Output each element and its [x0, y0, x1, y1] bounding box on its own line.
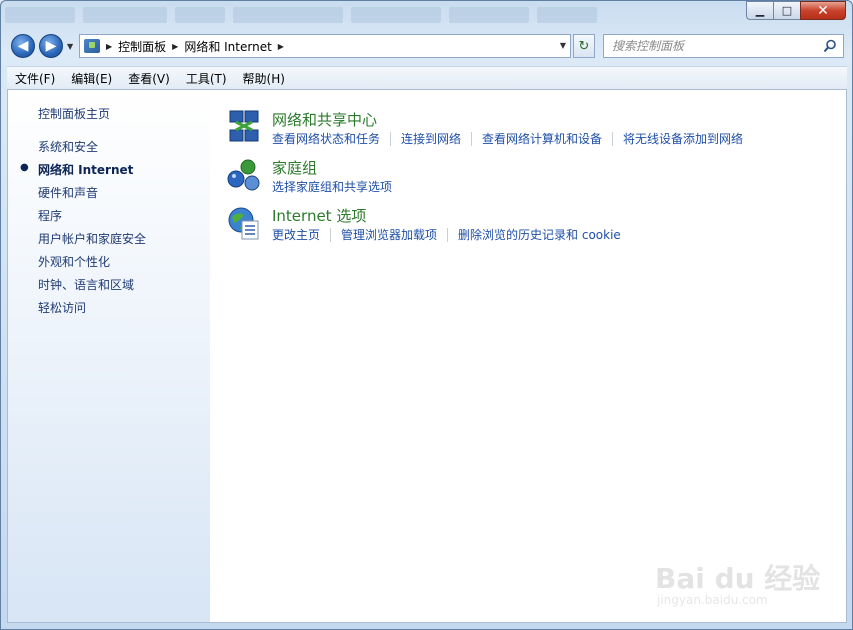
- sidebar-item-ease-of-access[interactable]: 轻松访问: [38, 299, 86, 316]
- maximize-button[interactable]: □: [773, 1, 800, 20]
- search-box[interactable]: [603, 34, 844, 58]
- category-title-internet-options[interactable]: Internet 选项: [272, 205, 366, 226]
- back-button[interactable]: ◀: [11, 34, 35, 58]
- homegroup-icon[interactable]: [226, 157, 262, 193]
- watermark-brand: Bai du 经验: [655, 562, 821, 595]
- recent-pages-dropdown[interactable]: ▼: [67, 42, 73, 51]
- breadcrumb-separator-icon[interactable]: ▶: [172, 42, 178, 51]
- sidebar-item-clock-language[interactable]: 时钟、语言和区域: [38, 276, 134, 293]
- menu-edit[interactable]: 编辑(E): [63, 70, 120, 87]
- link-view-network-computers[interactable]: 查看网络计算机和设备: [482, 130, 602, 147]
- close-button[interactable]: ✕: [800, 1, 846, 20]
- sidebar-item-programs[interactable]: 程序: [38, 207, 62, 224]
- sidebar-item-control-panel-home[interactable]: 控制面板主页: [38, 105, 110, 122]
- menu-tools[interactable]: 工具(T): [178, 70, 235, 87]
- baidu-watermark: Bai du 经验 jingyan.baidu.com: [655, 539, 835, 615]
- address-bar[interactable]: ▶ 控制面板 ▶ 网络和 Internet ▶ ▼: [79, 34, 571, 58]
- divider: [330, 227, 332, 242]
- internet-options-icon[interactable]: [226, 205, 262, 241]
- breadcrumb-network-internet[interactable]: 网络和 Internet: [184, 38, 271, 55]
- link-view-network-status[interactable]: 查看网络状态和任务: [272, 130, 380, 147]
- breadcrumb-control-panel[interactable]: 控制面板: [118, 38, 166, 55]
- search-icon[interactable]: [823, 39, 837, 53]
- divider: [612, 131, 614, 146]
- divider: [390, 131, 392, 146]
- link-delete-history[interactable]: 删除浏览的历史记录和 cookie: [458, 226, 621, 243]
- sidebar: 控制面板主页 系统和安全 ● 网络和 Internet 硬件和声音 程序 用户帐…: [8, 90, 210, 622]
- window-controls: ▁ □ ✕: [746, 1, 846, 20]
- category-links: 更改主页 管理浏览器加载项 删除浏览的历史记录和 cookie: [272, 226, 621, 243]
- address-dropdown-icon[interactable]: ▼: [560, 41, 566, 50]
- category-links: 选择家庭组和共享选项: [272, 178, 392, 195]
- active-bullet-icon: ●: [20, 162, 29, 173]
- sidebar-item-appearance[interactable]: 外观和个性化: [38, 253, 110, 270]
- menu-bar: 文件(F) 编辑(E) 查看(V) 工具(T) 帮助(H): [7, 66, 847, 90]
- link-connect-network[interactable]: 连接到网络: [401, 130, 461, 147]
- category-title-homegroup[interactable]: 家庭组: [272, 157, 317, 178]
- divider: [471, 131, 473, 146]
- breadcrumb-separator-icon[interactable]: ▶: [106, 42, 112, 51]
- sidebar-item-hardware-sound[interactable]: 硬件和声音: [38, 184, 98, 201]
- category-links: 查看网络状态和任务 连接到网络 查看网络计算机和设备 将无线设备添加到网络: [272, 130, 743, 147]
- minimize-button[interactable]: ▁: [746, 1, 773, 20]
- link-add-wireless-device[interactable]: 将无线设备添加到网络: [623, 130, 743, 147]
- sidebar-item-user-accounts[interactable]: 用户帐户和家庭安全: [38, 230, 146, 247]
- background-taskbar-ghost: [5, 7, 597, 23]
- menu-file[interactable]: 文件(F): [7, 70, 63, 87]
- search-input[interactable]: [604, 35, 830, 57]
- menu-view[interactable]: 查看(V): [120, 70, 178, 87]
- link-manage-addons[interactable]: 管理浏览器加载项: [341, 226, 437, 243]
- breadcrumb-separator-icon[interactable]: ▶: [278, 42, 284, 51]
- divider: [447, 227, 449, 242]
- navigation-bar: ◀ ▶ ▼ ▶ 控制面板 ▶ 网络和 Internet ▶ ▼ ↻: [1, 31, 852, 63]
- menu-help[interactable]: 帮助(H): [235, 70, 293, 87]
- network-sharing-center-icon[interactable]: [226, 109, 262, 145]
- category-title-network-sharing[interactable]: 网络和共享中心: [272, 109, 377, 130]
- forward-button[interactable]: ▶: [39, 34, 63, 58]
- sidebar-item-system-security[interactable]: 系统和安全: [38, 138, 98, 155]
- link-homegroup-sharing-options[interactable]: 选择家庭组和共享选项: [272, 178, 392, 195]
- control-panel-icon: [84, 39, 100, 53]
- refresh-button[interactable]: ↻: [573, 34, 595, 58]
- control-panel-window: ▁ □ ✕ ◀ ▶ ▼ ▶ 控制面板 ▶ 网络和 Internet ▶ ▼ ↻ …: [0, 0, 853, 630]
- title-bar: ▁ □ ✕: [1, 1, 852, 29]
- watermark-url: jingyan.baidu.com: [657, 593, 768, 607]
- link-change-home-page[interactable]: 更改主页: [272, 226, 320, 243]
- sidebar-item-network-internet[interactable]: 网络和 Internet: [38, 161, 133, 178]
